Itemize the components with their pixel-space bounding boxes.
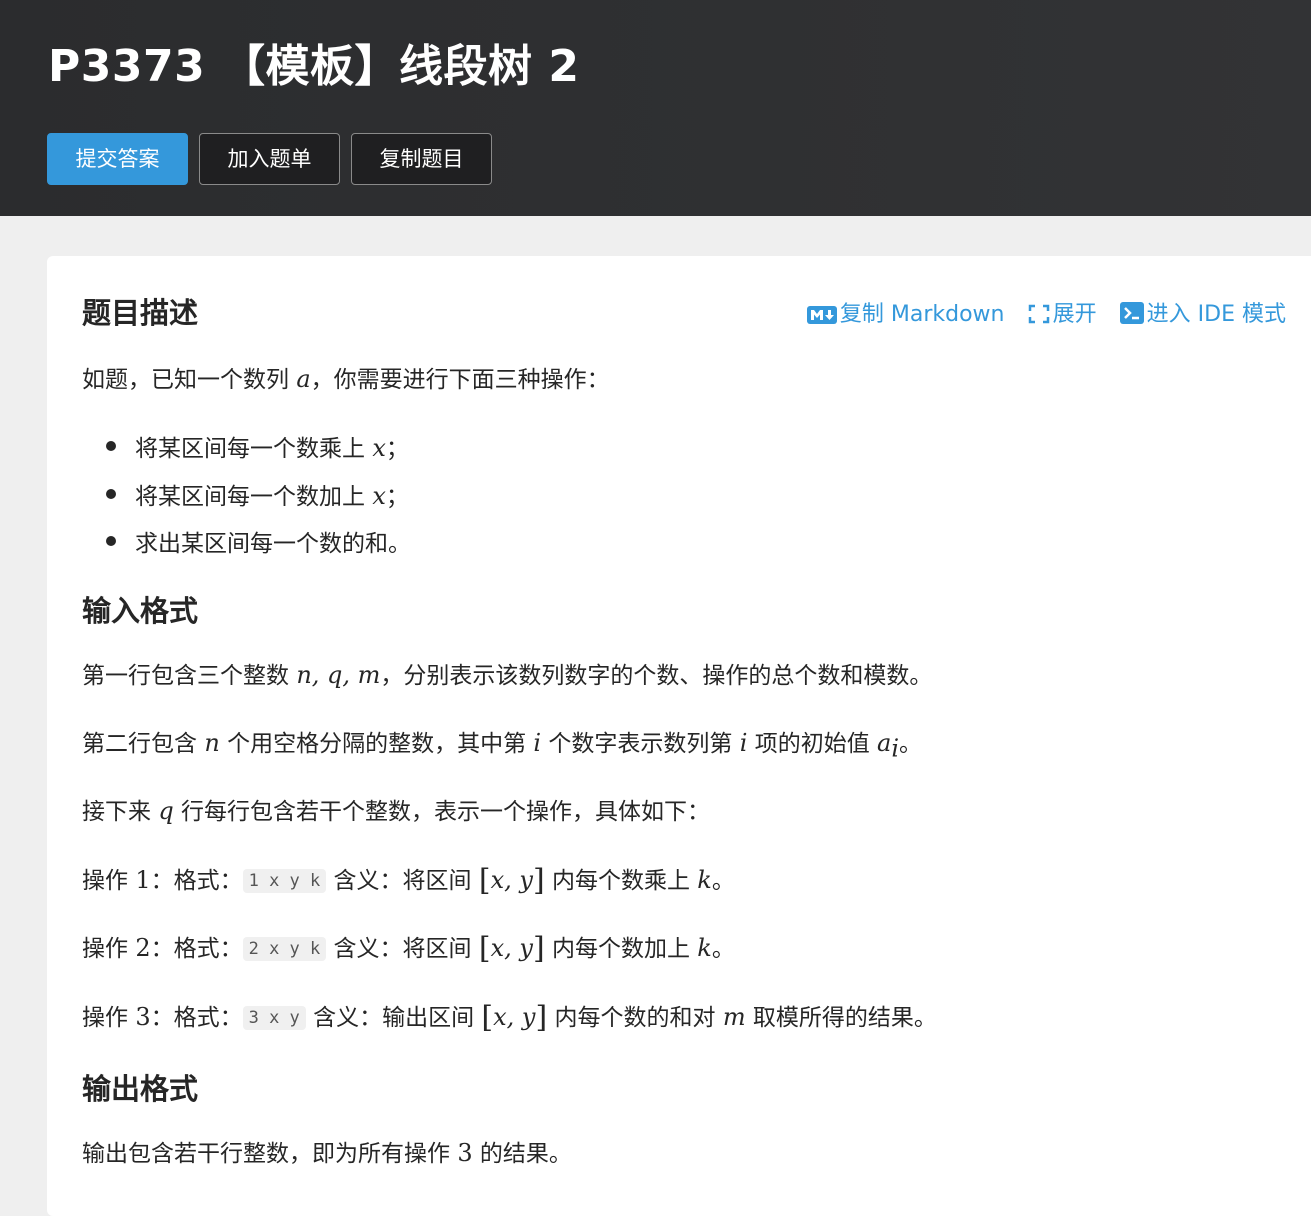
problem-actions: 复制 Markdown 展开 进入 IDE 模式 (789, 296, 1286, 328)
section-heading-description: 题目描述 (82, 296, 199, 330)
ide-mode-label: 进入 IDE 模式 (1146, 302, 1286, 327)
page-title: P3373 【模板】线段树 2 (48, 41, 580, 92)
submit-answer-button[interactable]: 提交答案 (47, 133, 188, 185)
list-item: 将某区间每一个数加上 x； (135, 482, 409, 510)
list-item: 将某区间每一个数乘上 x； (135, 434, 409, 462)
bullet-dot (106, 489, 116, 499)
copy-markdown-link[interactable]: 复制 Markdown (806, 296, 1005, 328)
expand-icon (1028, 304, 1049, 324)
operation-3: 操作 3：格式： 3 x y 含义：输出区间 [x, y] 内每个数的和对 m 取… (82, 1000, 937, 1035)
operation-2: 操作 2：格式： 2 x y k 含义：将区间 [x, y] 内每个数加上 k。 (82, 931, 735, 966)
section-heading-output: 输出格式 (82, 1072, 199, 1106)
list-item: 求出某区间每一个数的和。 (135, 531, 411, 557)
inline-code: 1 x y k (242, 869, 327, 893)
description-intro: 如题，已知一个数列 a，你需要进行下面三种操作： (82, 365, 610, 393)
input-line-3: 接下来 q 行每行包含若干个整数，表示一个操作，具体如下： (82, 797, 710, 825)
problem-header: P3373 【模板】线段树 2 提交答案 加入题单 复制题目 (0, 0, 1311, 216)
inline-code: 3 x y (242, 1006, 306, 1030)
markdown-icon (806, 306, 837, 324)
terminal-icon (1119, 302, 1144, 324)
ide-mode-link[interactable]: 进入 IDE 模式 (1119, 296, 1286, 328)
expand-label: 展开 (1052, 302, 1097, 327)
copy-markdown-label: 复制 Markdown (839, 302, 1005, 327)
inline-code: 2 x y k (242, 937, 327, 961)
operation-1: 操作 1：格式： 1 x y k 含义：将区间 [x, y] 内每个数乘上 k。 (82, 863, 735, 898)
input-line-1: 第一行包含三个整数 n, q, m，分别表示该数列数字的个数、操作的总个数和模数… (82, 661, 933, 689)
add-to-list-button[interactable]: 加入题单 (199, 133, 340, 185)
input-line-2: 第二行包含 n 个用空格分隔的整数，其中第 i 个数字表示数列第 i 项的初始值… (82, 729, 923, 763)
copy-problem-button[interactable]: 复制题目 (351, 133, 492, 185)
problem-card: 复制 Markdown 展开 进入 IDE 模式 题目描述 如题，已知一个数列 … (47, 256, 1311, 1216)
expand-link[interactable]: 展开 (1028, 296, 1097, 328)
section-heading-input: 输入格式 (82, 594, 199, 628)
output-line: 输出包含若干行整数，即为所有操作 3 的结果。 (82, 1139, 572, 1167)
bullet-dot (106, 441, 116, 451)
bullet-dot (106, 536, 116, 546)
